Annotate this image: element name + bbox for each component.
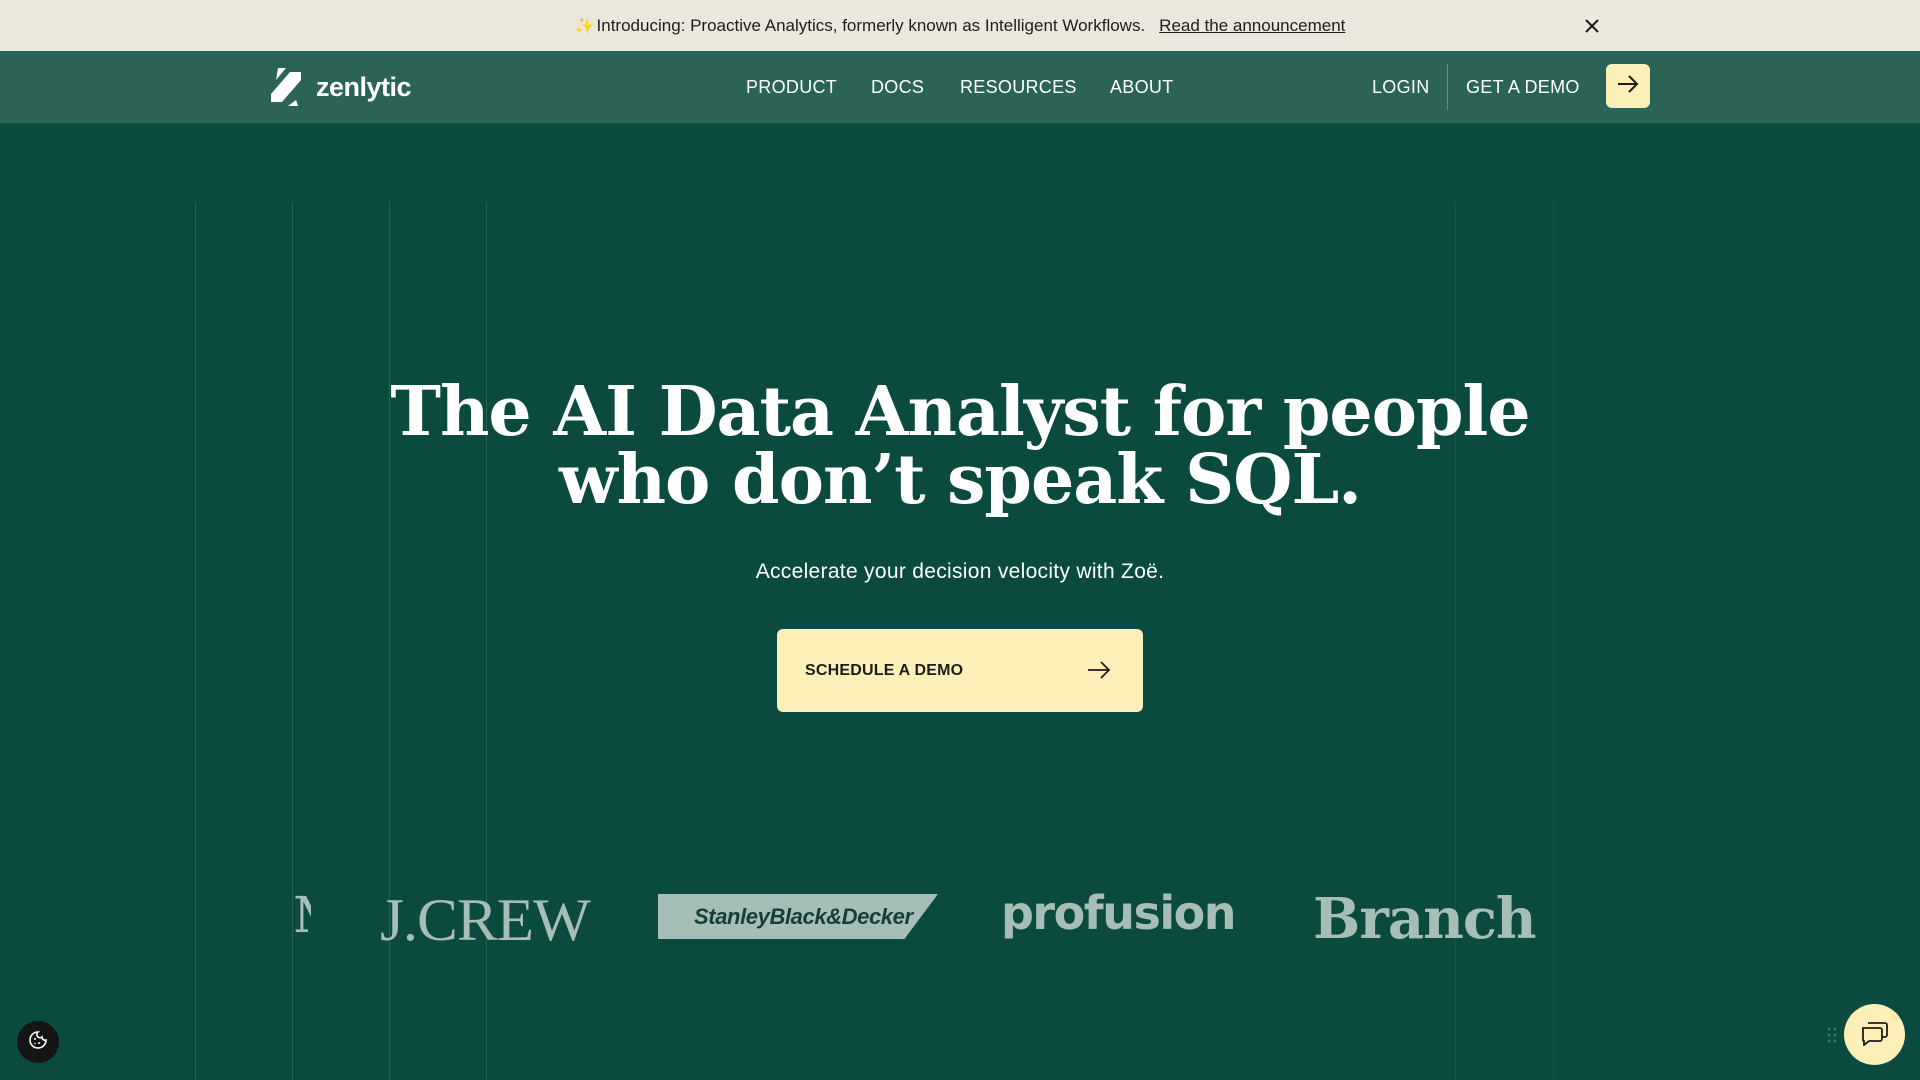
main-menu: PRODUCT	[746, 51, 837, 123]
nav-item-resources[interactable]: RESOURCES	[960, 77, 1077, 98]
logo-jcrew: J.CREW	[379, 887, 591, 953]
nav-item-docs[interactable]: DOCS	[871, 77, 924, 98]
login-link[interactable]: LOGIN	[1372, 77, 1430, 98]
zenlytic-logo-icon	[268, 66, 304, 108]
chat-icon	[1860, 1018, 1890, 1051]
nav-item-about[interactable]: ABOUT	[1110, 77, 1174, 98]
logo-partial: M	[293, 886, 311, 944]
main-menu-about-wrap: ABOUT	[1110, 51, 1174, 123]
logo-profusion: profusion	[1001, 886, 1236, 940]
get-demo-arrow-button[interactable]	[1606, 64, 1650, 108]
sparkle-icon: ✨	[574, 17, 595, 35]
schedule-demo-label: SCHEDULE A DEMO	[805, 662, 964, 679]
chat-button[interactable]	[1844, 1004, 1905, 1065]
logo-sbd-text: StanleyBlack&Decker	[694, 903, 913, 929]
arrow-right-icon	[1086, 658, 1112, 682]
announcement-bar: ✨ Introducing: Proactive Analytics, form…	[0, 0, 1920, 51]
hero-subtitle: Accelerate your decision velocity with Z…	[755, 560, 1165, 583]
get-demo-link[interactable]: GET A DEMO	[1466, 77, 1580, 98]
cookie-settings-button[interactable]	[17, 1021, 59, 1063]
hero-title-line2: who don’t speak SQL.	[559, 440, 1362, 520]
close-icon[interactable]	[1581, 15, 1603, 37]
brand-name: zenlytic	[316, 71, 412, 102]
drag-handle-icon[interactable]	[1826, 1025, 1838, 1045]
schedule-demo-button[interactable]: SCHEDULE A DEMO	[777, 629, 1143, 712]
arrow-right-icon	[1616, 74, 1640, 99]
nav-divider	[1447, 64, 1448, 110]
login-wrap: LOGIN	[1372, 51, 1430, 123]
announcement-link[interactable]: Read the announcement	[1159, 16, 1345, 36]
announcement-text: Introducing: Proactive Analytics, former…	[596, 15, 1146, 35]
main-menu-resources-wrap: RESOURCES	[960, 51, 1077, 123]
hero-title: The AI Data Analyst for people who don’t…	[360, 378, 1560, 514]
logo-stanley-black-decker: StanleyBlack&Decker	[658, 894, 938, 939]
cookie-icon	[28, 1030, 48, 1055]
logo-branch: Branch	[1313, 886, 1537, 952]
main-menu-docs-wrap: DOCS	[871, 51, 924, 123]
get-demo-wrap: GET A DEMO	[1466, 51, 1580, 123]
top-nav: zenlytic PRODUCT DOCS RESOURCES ABOUT LO…	[0, 51, 1920, 123]
nav-item-product[interactable]: PRODUCT	[746, 77, 837, 98]
customer-logos: M J.CREW StanleyBlack&Decker profusion B…	[0, 880, 1920, 960]
brand-logo[interactable]: zenlytic	[268, 65, 412, 109]
